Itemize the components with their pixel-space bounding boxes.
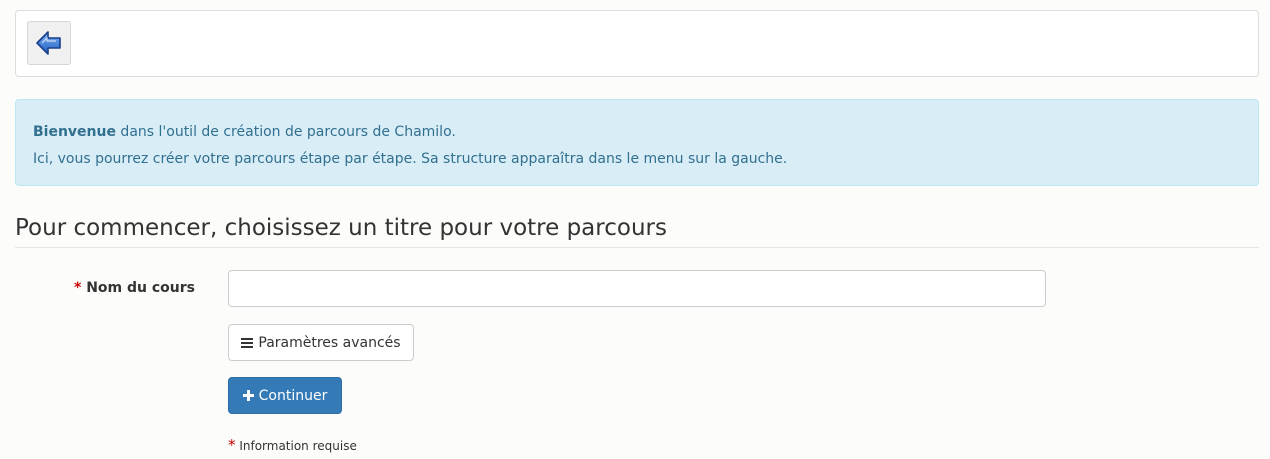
welcome-alert: Bienvenue dans l'outil de création de pa… [15,99,1259,186]
welcome-line-1-text: dans l'outil de création de parcours de … [115,124,456,140]
required-asterisk: * [74,280,82,296]
course-name-input[interactable] [228,270,1046,307]
back-button[interactable] [27,21,71,65]
section-title: Pour commencer, choisissez un titre pour… [15,211,1259,248]
required-note: * Information requise [228,436,357,454]
actions-toolbar [15,10,1259,77]
menu-icon [241,337,254,348]
welcome-line-1: Bienvenue dans l'outil de création de pa… [33,119,1241,146]
advanced-settings-button[interactable]: Paramètres avancés [228,324,414,361]
continue-button[interactable]: Continuer [228,377,342,414]
course-name-label: * Nom du cours [40,280,195,296]
continue-label: Continuer [258,387,328,404]
required-note-asterisk: * [228,436,236,454]
required-note-text: Information requise [239,439,357,453]
course-name-label-text: Nom du cours [86,280,195,296]
arrow-left-icon [36,31,61,55]
welcome-line-2: Ici, vous pourrez créer votre parcours é… [33,151,788,167]
plus-icon [242,390,254,401]
advanced-settings-label: Paramètres avancés [258,334,401,351]
welcome-strong: Bienvenue [33,124,116,140]
